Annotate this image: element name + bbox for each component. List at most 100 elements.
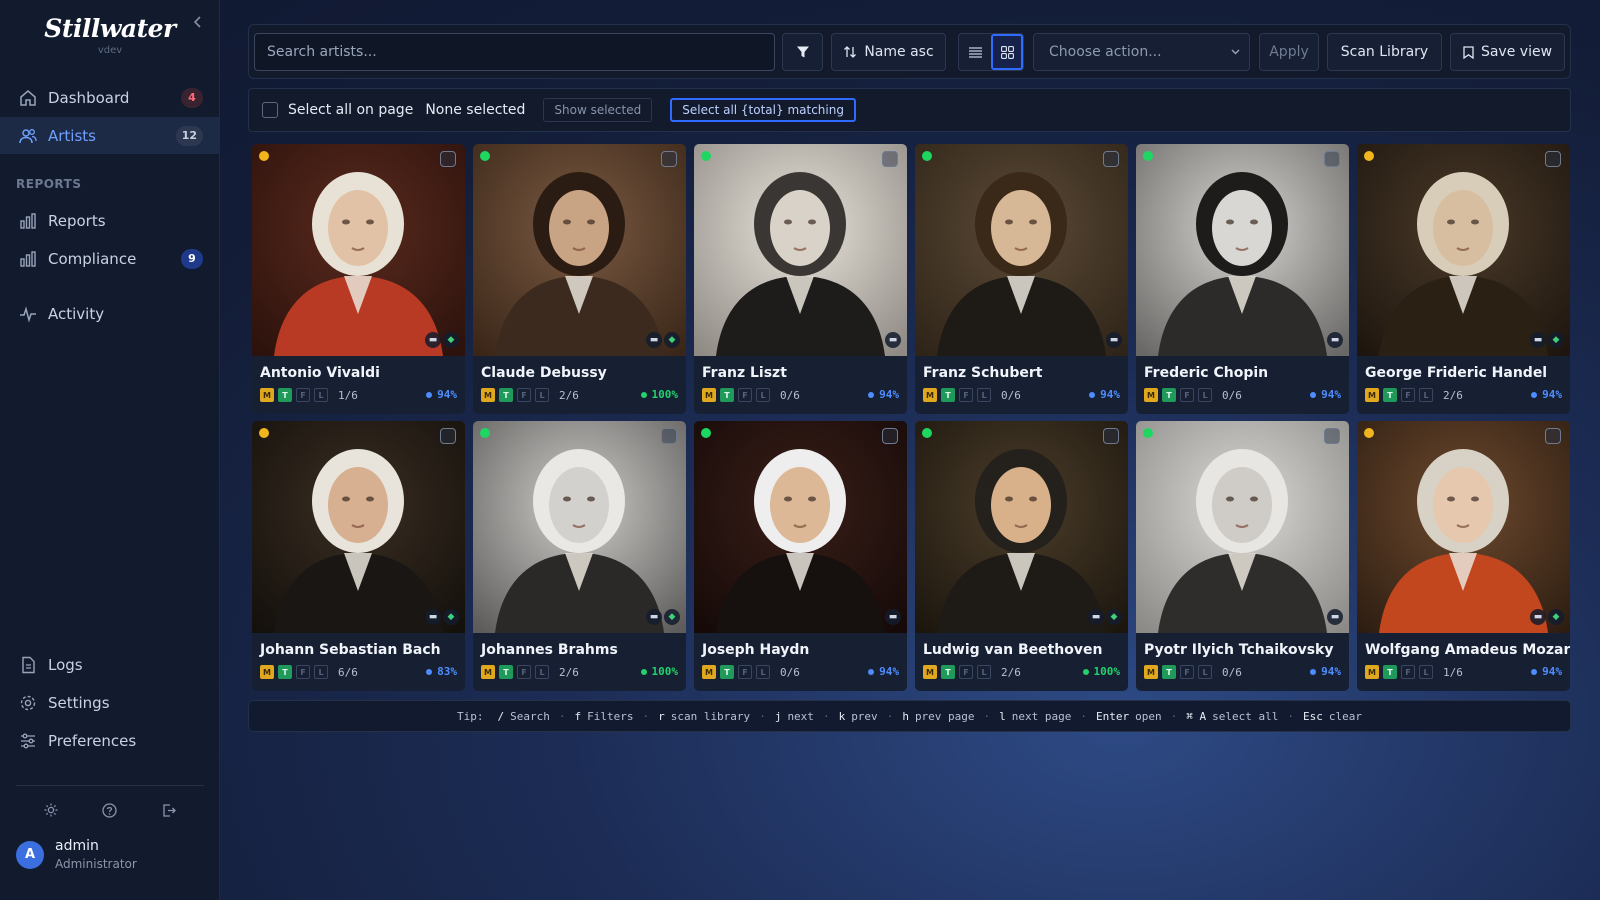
card-select-checkbox[interactable] (1103, 151, 1119, 167)
tag-t: T (1383, 388, 1397, 402)
keyboard-tips: Tip: / Search · f Filters · r scan library · j nex… (248, 700, 1571, 732)
completeness-score: 94% (1531, 388, 1562, 401)
tip-separator: · (1170, 709, 1178, 723)
artist-card[interactable]: ▬ ◆ Johann Sebastian Bach M T F L 6/6 83% (252, 421, 465, 691)
card-select-checkbox[interactable] (661, 151, 677, 167)
tag-t: T (941, 665, 955, 679)
artist-portrait-image (694, 421, 907, 633)
sidebar-item-dashboard[interactable]: Dashboard 4 (0, 79, 219, 116)
card-select-checkbox[interactable] (440, 428, 456, 444)
score-value: 94% (1321, 665, 1341, 678)
completeness-score: 94% (426, 388, 457, 401)
card-select-checkbox[interactable] (882, 151, 898, 167)
artist-portrait-image (694, 144, 907, 356)
sidebar-item-logs[interactable]: Logs (0, 646, 219, 683)
chevron-left-icon (193, 16, 201, 28)
card-select-checkbox[interactable] (1324, 428, 1340, 444)
artist-name: Claude Debussy (481, 365, 607, 381)
logout-button[interactable] (159, 800, 179, 820)
save-view-button[interactable]: Save view (1450, 33, 1565, 71)
completeness-score: 94% (1310, 388, 1341, 401)
score-value: 83% (437, 665, 457, 678)
sidebar-item-reports[interactable]: Reports (0, 202, 219, 239)
folder-icon: ▬ (1530, 609, 1546, 625)
card-select-checkbox[interactable] (1324, 151, 1340, 167)
activity-icon (18, 304, 38, 324)
help-circle-icon (102, 802, 118, 818)
apply-button[interactable]: Apply (1259, 33, 1319, 71)
media-indicators: ▬ ◆ (1086, 609, 1122, 625)
artist-card[interactable]: ▬ Franz Liszt M T F L 0/6 94% (694, 144, 907, 414)
search-input[interactable] (254, 33, 775, 71)
scan-library-button[interactable]: Scan Library (1327, 33, 1442, 71)
media-indicators: ▬ ◆ (423, 332, 459, 348)
sidebar-item-preferences[interactable]: Preferences (0, 722, 219, 759)
selection-status: None selected (425, 102, 526, 118)
card-select-checkbox[interactable] (1545, 428, 1561, 444)
toolbar: Name asc Choose action... Apply Scan Lib… (248, 24, 1571, 79)
status-indicator (922, 151, 932, 161)
artist-card[interactable]: ▬ Joseph Haydn M T F L 0/6 94% (694, 421, 907, 691)
tag-f: F (517, 665, 531, 679)
tag-l: L (535, 388, 549, 402)
collapse-sidebar-button[interactable] (190, 14, 206, 34)
completeness-score: 100% (1082, 665, 1120, 678)
completeness-score: 94% (1310, 665, 1341, 678)
score-dot (640, 391, 647, 398)
album-count: 2/6 (1001, 665, 1021, 679)
select-all-checkbox[interactable] (262, 102, 278, 118)
media-indicators: ▬ (883, 609, 901, 625)
card-select-checkbox[interactable] (1103, 428, 1119, 444)
sidebar-item-activity[interactable]: Activity (0, 295, 219, 332)
card-select-checkbox[interactable] (882, 428, 898, 444)
theme-toggle-button[interactable] (41, 800, 61, 820)
artist-card[interactable]: ▬ ◆ Johannes Brahms M T F L 2/6 100% (473, 421, 686, 691)
sidebar-item-compliance[interactable]: Compliance 9 (0, 240, 219, 277)
artist-card[interactable]: ▬ ◆ Claude Debussy M T F L 2/6 100% (473, 144, 686, 414)
bulk-action-select[interactable]: Choose action... (1033, 33, 1250, 71)
folder-icon: ▬ (1530, 332, 1546, 348)
artist-card[interactable]: ▬ Pyotr Ilyich Tchaikovsky M T F L 0/6 9… (1136, 421, 1349, 691)
list-view-button[interactable] (959, 34, 991, 70)
score-dot (868, 668, 875, 675)
user-profile[interactable]: A admin Administrator (16, 838, 137, 871)
grid-icon (1000, 45, 1014, 59)
metadata-tags: M T F L 0/6 (1144, 665, 1242, 679)
sliders-icon (18, 731, 38, 751)
score-dot (426, 668, 433, 675)
sidebar-item-artists[interactable]: Artists 12 (0, 117, 219, 154)
sort-button[interactable]: Name asc (831, 33, 946, 71)
sidebar-item-settings[interactable]: Settings (0, 684, 219, 721)
score-value: 94% (437, 388, 457, 401)
card-select-checkbox[interactable] (661, 428, 677, 444)
show-selected-button[interactable]: Show selected (543, 98, 653, 122)
status-indicator (1364, 151, 1374, 161)
select-all-matching-button[interactable]: Select all {total} matching (670, 98, 856, 122)
score-value: 94% (1100, 388, 1120, 401)
view-mode-toggle (958, 33, 1024, 71)
tip-separator: · (983, 709, 991, 723)
filter-button[interactable] (782, 33, 823, 71)
brand-version: vdev (97, 45, 123, 56)
tip-action: open (1135, 709, 1162, 723)
card-select-checkbox[interactable] (1545, 151, 1561, 167)
artist-card[interactable]: ▬ Franz Schubert M T F L 0/6 94% (915, 144, 1128, 414)
artist-card[interactable]: ▬ ◆ George Frideric Handel M T F L 2/6 94… (1357, 144, 1570, 414)
artist-photo: ▬ ◆ (1357, 421, 1570, 633)
media-indicators: ▬ (1325, 332, 1343, 348)
artist-card[interactable]: ▬ ◆ Antonio Vivaldi M T F L 1/6 94% (252, 144, 465, 414)
album-count: 2/6 (559, 388, 579, 402)
user-role: Administrator (55, 857, 137, 871)
score-dot (1310, 668, 1317, 675)
help-button[interactable] (100, 800, 120, 820)
metadata-tags: M T F L 0/6 (923, 388, 1021, 402)
artist-portrait-image (1357, 144, 1570, 356)
grid-view-button[interactable] (991, 34, 1023, 70)
artist-card[interactable]: ▬ ◆ Wolfgang Amadeus Mozart M T F L 1/6 9… (1357, 421, 1570, 691)
sort-icon (843, 45, 857, 59)
artist-card[interactable]: ▬ Frederic Chopin M T F L 0/6 94% (1136, 144, 1349, 414)
tag-l: L (977, 665, 991, 679)
artist-card[interactable]: ▬ ◆ Ludwig van Beethoven M T F L 2/6 100% (915, 421, 1128, 691)
score-value: 94% (879, 388, 899, 401)
card-select-checkbox[interactable] (440, 151, 456, 167)
